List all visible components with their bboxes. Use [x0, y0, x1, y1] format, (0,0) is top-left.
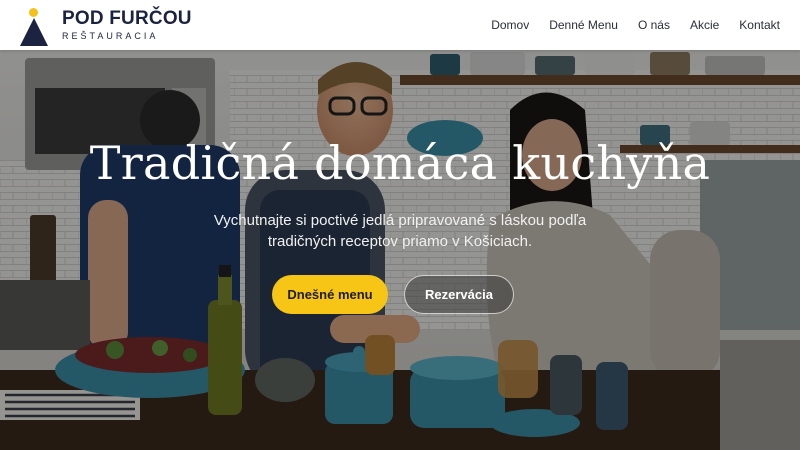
nav-link-denne-menu[interactable]: Denné Menu — [549, 18, 618, 32]
hero-content: Tradičná domáca kuchyňa Vychutnajte si p… — [0, 50, 800, 450]
logo-sun-icon — [29, 8, 38, 17]
site-header: POD FURČOU REŠTAURACIA Domov Denné Menu … — [0, 0, 800, 50]
logo-mark-icon — [20, 4, 50, 46]
hero-buttons: Dnešné menu Rezervácia — [0, 275, 800, 314]
logo-text: POD FURČOU REŠTAURACIA — [62, 9, 192, 41]
brand-subtitle: REŠTAURACIA — [62, 31, 159, 41]
hero-title: Tradičná domáca kuchyňa — [89, 136, 711, 190]
hero-subtitle: Vychutnajte si poctivé jedlá pripravovan… — [213, 212, 587, 250]
nav-link-domov[interactable]: Domov — [491, 18, 529, 32]
brand-name: POD FURČOU — [62, 8, 192, 29]
todays-menu-button[interactable]: Dnešné menu — [272, 275, 388, 314]
logo-mountain-icon — [20, 18, 48, 46]
main-nav: Domov Denné Menu O nás Akcie Kontakt — [491, 18, 780, 32]
logo[interactable]: POD FURČOU REŠTAURACIA — [20, 0, 192, 50]
nav-link-akcie[interactable]: Akcie — [690, 18, 719, 32]
nav-link-o-nas[interactable]: O nás — [638, 18, 670, 32]
nav-link-kontakt[interactable]: Kontakt — [739, 18, 780, 32]
reservation-button[interactable]: Rezervácia — [404, 275, 514, 314]
